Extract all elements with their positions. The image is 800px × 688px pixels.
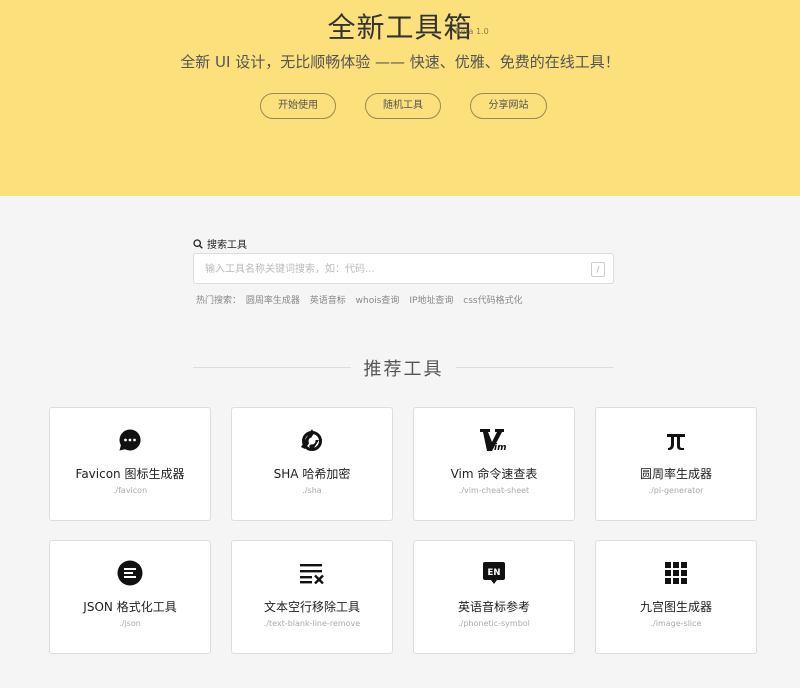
tool-card-sha[interactable]: SHA 哈希加密 ./sha <box>231 407 393 521</box>
pi-icon <box>596 428 756 452</box>
align-lines-icon <box>50 560 210 586</box>
svg-text:EN: EN <box>488 568 501 578</box>
tool-path: ./phonetic-symbol <box>458 619 530 628</box>
tool-path: ./favicon <box>112 486 148 495</box>
tool-card-image-slice[interactable]: 九宫图生成器 ./image-slice <box>595 540 757 654</box>
search-label-text: 搜索工具 <box>207 240 247 251</box>
tool-path: ./text-blank-line-remove <box>263 619 361 628</box>
share-site-button[interactable]: 分享网站 <box>470 93 547 119</box>
site-subtitle: 全新 UI 设计，无比顺畅体验 —— 快速、优雅、免费的在线工具！ <box>180 53 620 71</box>
tool-card-text-blank-line-remove[interactable]: 文本空行移除工具 ./text-blank-line-remove <box>231 540 393 654</box>
tool-path: ./json <box>119 619 141 628</box>
tool-name: 英语音标参考 <box>457 600 530 614</box>
site-title: 全新工具箱 <box>0 6 800 46</box>
chat-bubble-icon <box>50 428 210 452</box>
search-box[interactable]: / <box>193 253 614 285</box>
section-title: 推荐工具 <box>363 359 444 380</box>
tool-card-phonetic-symbol[interactable]: EN 英语音标参考 ./phonetic-symbol <box>413 540 575 654</box>
search-label: 搜索工具 <box>193 236 247 251</box>
hot-searches-label: 热门搜索： <box>196 296 242 306</box>
tool-name: 九宫图生成器 <box>639 600 712 614</box>
tool-card-vim[interactable]: im Vim 命令速查表 ./vim-cheat-sheet <box>413 407 575 521</box>
hot-tag[interactable]: css代码格式化 <box>463 296 522 306</box>
hero-button-group: 开始使用 随机工具 分享网站 <box>0 93 800 121</box>
tool-name: 圆周率生成器 <box>639 467 712 481</box>
vim-logo-icon: im <box>414 428 574 453</box>
start-button[interactable]: 开始使用 <box>260 93 336 119</box>
random-tool-button[interactable]: 随机工具 <box>365 93 441 119</box>
en-bubble-icon: EN <box>414 561 574 585</box>
tool-name: Favicon 图标生成器 <box>75 467 185 481</box>
site-title-text: 全新工具箱 <box>327 11 473 44</box>
tool-name: Vim 命令速查表 <box>450 467 538 481</box>
tool-path: ./image-slice <box>650 619 702 628</box>
hot-tag[interactable]: 圆周率生成器 <box>246 296 300 306</box>
shortcut-key-hint: / <box>591 262 605 277</box>
tool-path: ./vim-cheat-sheet <box>458 486 530 495</box>
grid-icon <box>596 561 756 585</box>
recommended-section-header: 推荐工具 <box>193 355 614 381</box>
search-icon <box>193 238 203 249</box>
tool-name: JSON 格式化工具 <box>83 600 177 614</box>
search-input[interactable] <box>203 254 587 285</box>
hot-tag[interactable]: whois查询 <box>356 296 400 306</box>
tool-card-pi[interactable]: 圆周率生成器 ./pi-generator <box>595 407 757 521</box>
tool-card-json[interactable]: JSON 格式化工具 ./json <box>49 540 211 654</box>
hot-tag[interactable]: 英语音标 <box>310 296 346 306</box>
hero-banner: 全新工具箱 Beta 1.0 全新 UI 设计，无比顺畅体验 —— 快速、优雅、… <box>0 0 800 196</box>
svg-text:im: im <box>494 443 506 453</box>
clear-format-icon <box>232 561 392 585</box>
tool-path: ./pi-generator <box>648 486 704 495</box>
tool-card-favicon[interactable]: Favicon 图标生成器 ./favicon <box>49 407 211 521</box>
hot-searches: 热门搜索： 圆周率生成器 英语音标 whois查询 IP地址查询 css代码格式… <box>196 293 530 306</box>
sha-logo-icon <box>232 428 392 452</box>
hot-tag[interactable]: IP地址查询 <box>409 296 453 306</box>
version-badge: Beta 1.0 <box>455 27 489 36</box>
tool-path: ./sha <box>302 486 322 495</box>
tool-name: SHA 哈希加密 <box>273 467 351 481</box>
tool-name: 文本空行移除工具 <box>263 600 360 614</box>
